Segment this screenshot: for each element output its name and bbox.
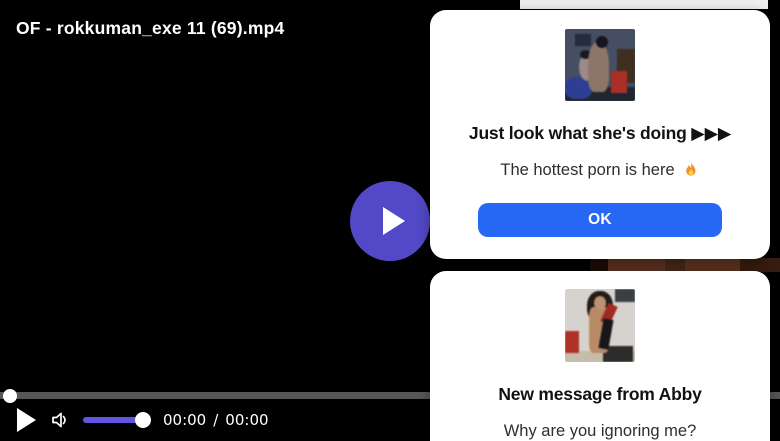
background-ad-video-frame xyxy=(590,258,780,272)
volume-icon xyxy=(52,412,66,428)
background-ad-top-edge xyxy=(520,0,768,9)
message-body: Why are you ignoring me? xyxy=(503,422,697,440)
promo-thumbnail-image xyxy=(565,29,635,101)
message-heading: New message from Abby xyxy=(498,384,702,404)
message-thumbnail[interactable] xyxy=(565,289,635,362)
volume-button[interactable] xyxy=(49,409,71,431)
ok-button[interactable]: OK xyxy=(478,203,722,237)
message-popup[interactable]: New message from Abby Why are you ignori… xyxy=(430,271,770,441)
promo-popup[interactable]: Just look what she's doing ▶▶▶ The hotte… xyxy=(430,10,770,259)
seek-handle[interactable] xyxy=(3,389,17,403)
promo-heading: Just look what she's doing ▶▶▶ xyxy=(468,123,732,143)
volume-slider[interactable] xyxy=(83,417,143,423)
message-thumbnail-image xyxy=(565,289,635,362)
play-icon xyxy=(382,207,405,235)
volume-handle[interactable] xyxy=(135,412,151,428)
big-play-button[interactable] xyxy=(350,181,430,261)
time-separator: / xyxy=(213,411,219,429)
duration: 00:00 xyxy=(225,411,269,429)
promo-subtext: The hottest porn is here xyxy=(430,159,770,181)
fire-icon xyxy=(685,161,696,176)
promo-thumbnail[interactable] xyxy=(565,29,635,101)
video-title: OF - rokkuman_exe 11 (69).mp4 xyxy=(16,18,285,38)
play-button[interactable] xyxy=(17,408,36,432)
current-time: 00:00 xyxy=(163,411,207,429)
time-display: 00:00 / 00:00 xyxy=(163,411,269,429)
video-player-page: OF - rokkuman_exe 11 (69).mp4 00:00 / 00… xyxy=(0,0,780,441)
